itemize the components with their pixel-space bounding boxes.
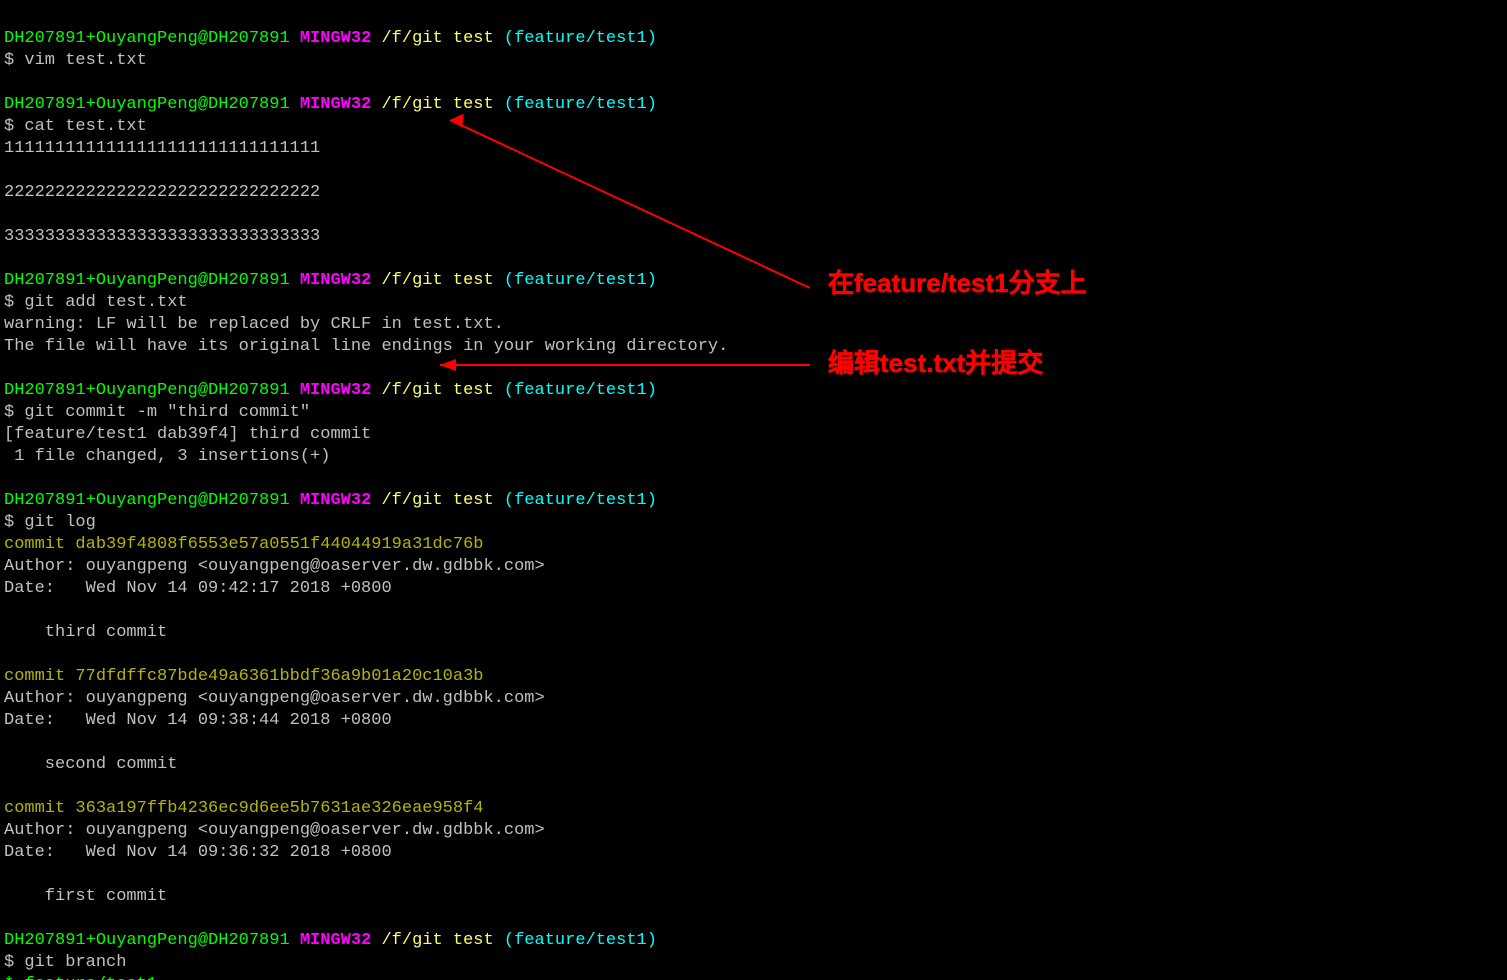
cmd-cat: cat test.txt [24,117,146,136]
prompt-userhost: DH207891+OuyangPeng@DH207891 [4,29,290,48]
prompt-branch: (feature/test1) [504,491,657,510]
cmd-gitadd: git add test.txt [24,293,187,312]
prompt-path: /f/git test [381,29,493,48]
file-line3: 3333333333333333333333333333333 [4,227,320,246]
file-line2: 2222222222222222222222222222222 [4,183,320,202]
prompt-sigil: $ [4,117,14,136]
prompt-userhost: DH207891+OuyangPeng@DH207891 [4,931,290,950]
file-line1: 1111111111111111111111111111111 [4,139,320,158]
annotation-text-1: 在feature/test1分支上 [828,272,1087,294]
gitadd-warn1: warning: LF will be replaced by CRLF in … [4,315,504,334]
prompt-path: /f/git test [381,491,493,510]
prompt-branch: (feature/test1) [504,271,657,290]
prompt-sys: MINGW32 [300,271,371,290]
prompt-sigil: $ [4,293,14,312]
prompt-sys: MINGW32 [300,491,371,510]
prompt-sigil: $ [4,953,14,972]
log-msg2: second commit [4,755,177,774]
cmd-vim: vim test.txt [24,51,146,70]
log-date1: Date: Wed Nov 14 09:42:17 2018 +0800 [4,579,392,598]
prompt-sys: MINGW32 [300,29,371,48]
log-commit2: commit 77dfdffc87bde49a6361bbdf36a9b01a2… [4,667,483,686]
prompt-sigil: $ [4,513,14,532]
log-commit1: commit dab39f4808f6553e57a0551f44044919a… [4,535,483,554]
prompt-branch: (feature/test1) [504,381,657,400]
cmd-gitbranch: git branch [24,953,126,972]
prompt-userhost: DH207891+OuyangPeng@DH207891 [4,271,290,290]
prompt-sys: MINGW32 [300,95,371,114]
log-date3: Date: Wed Nov 14 09:36:32 2018 +0800 [4,843,392,862]
prompt-branch: (feature/test1) [504,29,657,48]
prompt-path: /f/git test [381,931,493,950]
prompt-branch: (feature/test1) [504,931,657,950]
commit-out1: [feature/test1 dab39f4] third commit [4,425,371,444]
gitadd-warn2: The file will have its original line end… [4,337,728,356]
commit-out2: 1 file changed, 3 insertions(+) [4,447,330,466]
log-author2: Author: ouyangpeng <ouyangpeng@oaserver.… [4,689,545,708]
prompt-path: /f/git test [381,95,493,114]
prompt-branch: (feature/test1) [504,95,657,114]
log-msg1: third commit [4,623,167,642]
prompt-sys: MINGW32 [300,381,371,400]
cmd-gitlog: git log [24,513,95,532]
terminal-output[interactable]: DH207891+OuyangPeng@DH207891 MINGW32 /f/… [4,6,728,980]
prompt-sys: MINGW32 [300,931,371,950]
log-msg3: first commit [4,887,167,906]
prompt-path: /f/git test [381,271,493,290]
log-author1: Author: ouyangpeng <ouyangpeng@oaserver.… [4,557,545,576]
prompt-path: /f/git test [381,381,493,400]
log-date2: Date: Wed Nov 14 09:38:44 2018 +0800 [4,711,392,730]
annotation-text-2: 编辑test.txt并提交 [828,352,1043,374]
prompt-userhost: DH207891+OuyangPeng@DH207891 [4,491,290,510]
prompt-sigil: $ [4,403,14,422]
prompt-userhost: DH207891+OuyangPeng@DH207891 [4,381,290,400]
prompt-sigil: $ [4,51,14,70]
log-author3: Author: ouyangpeng <ouyangpeng@oaserver.… [4,821,545,840]
log-commit3: commit 363a197ffb4236ec9d6ee5b7631ae326e… [4,799,483,818]
prompt-userhost: DH207891+OuyangPeng@DH207891 [4,95,290,114]
cmd-gitcommit: git commit -m "third commit" [24,403,310,422]
branch-current: * feature/test1 [4,975,157,980]
